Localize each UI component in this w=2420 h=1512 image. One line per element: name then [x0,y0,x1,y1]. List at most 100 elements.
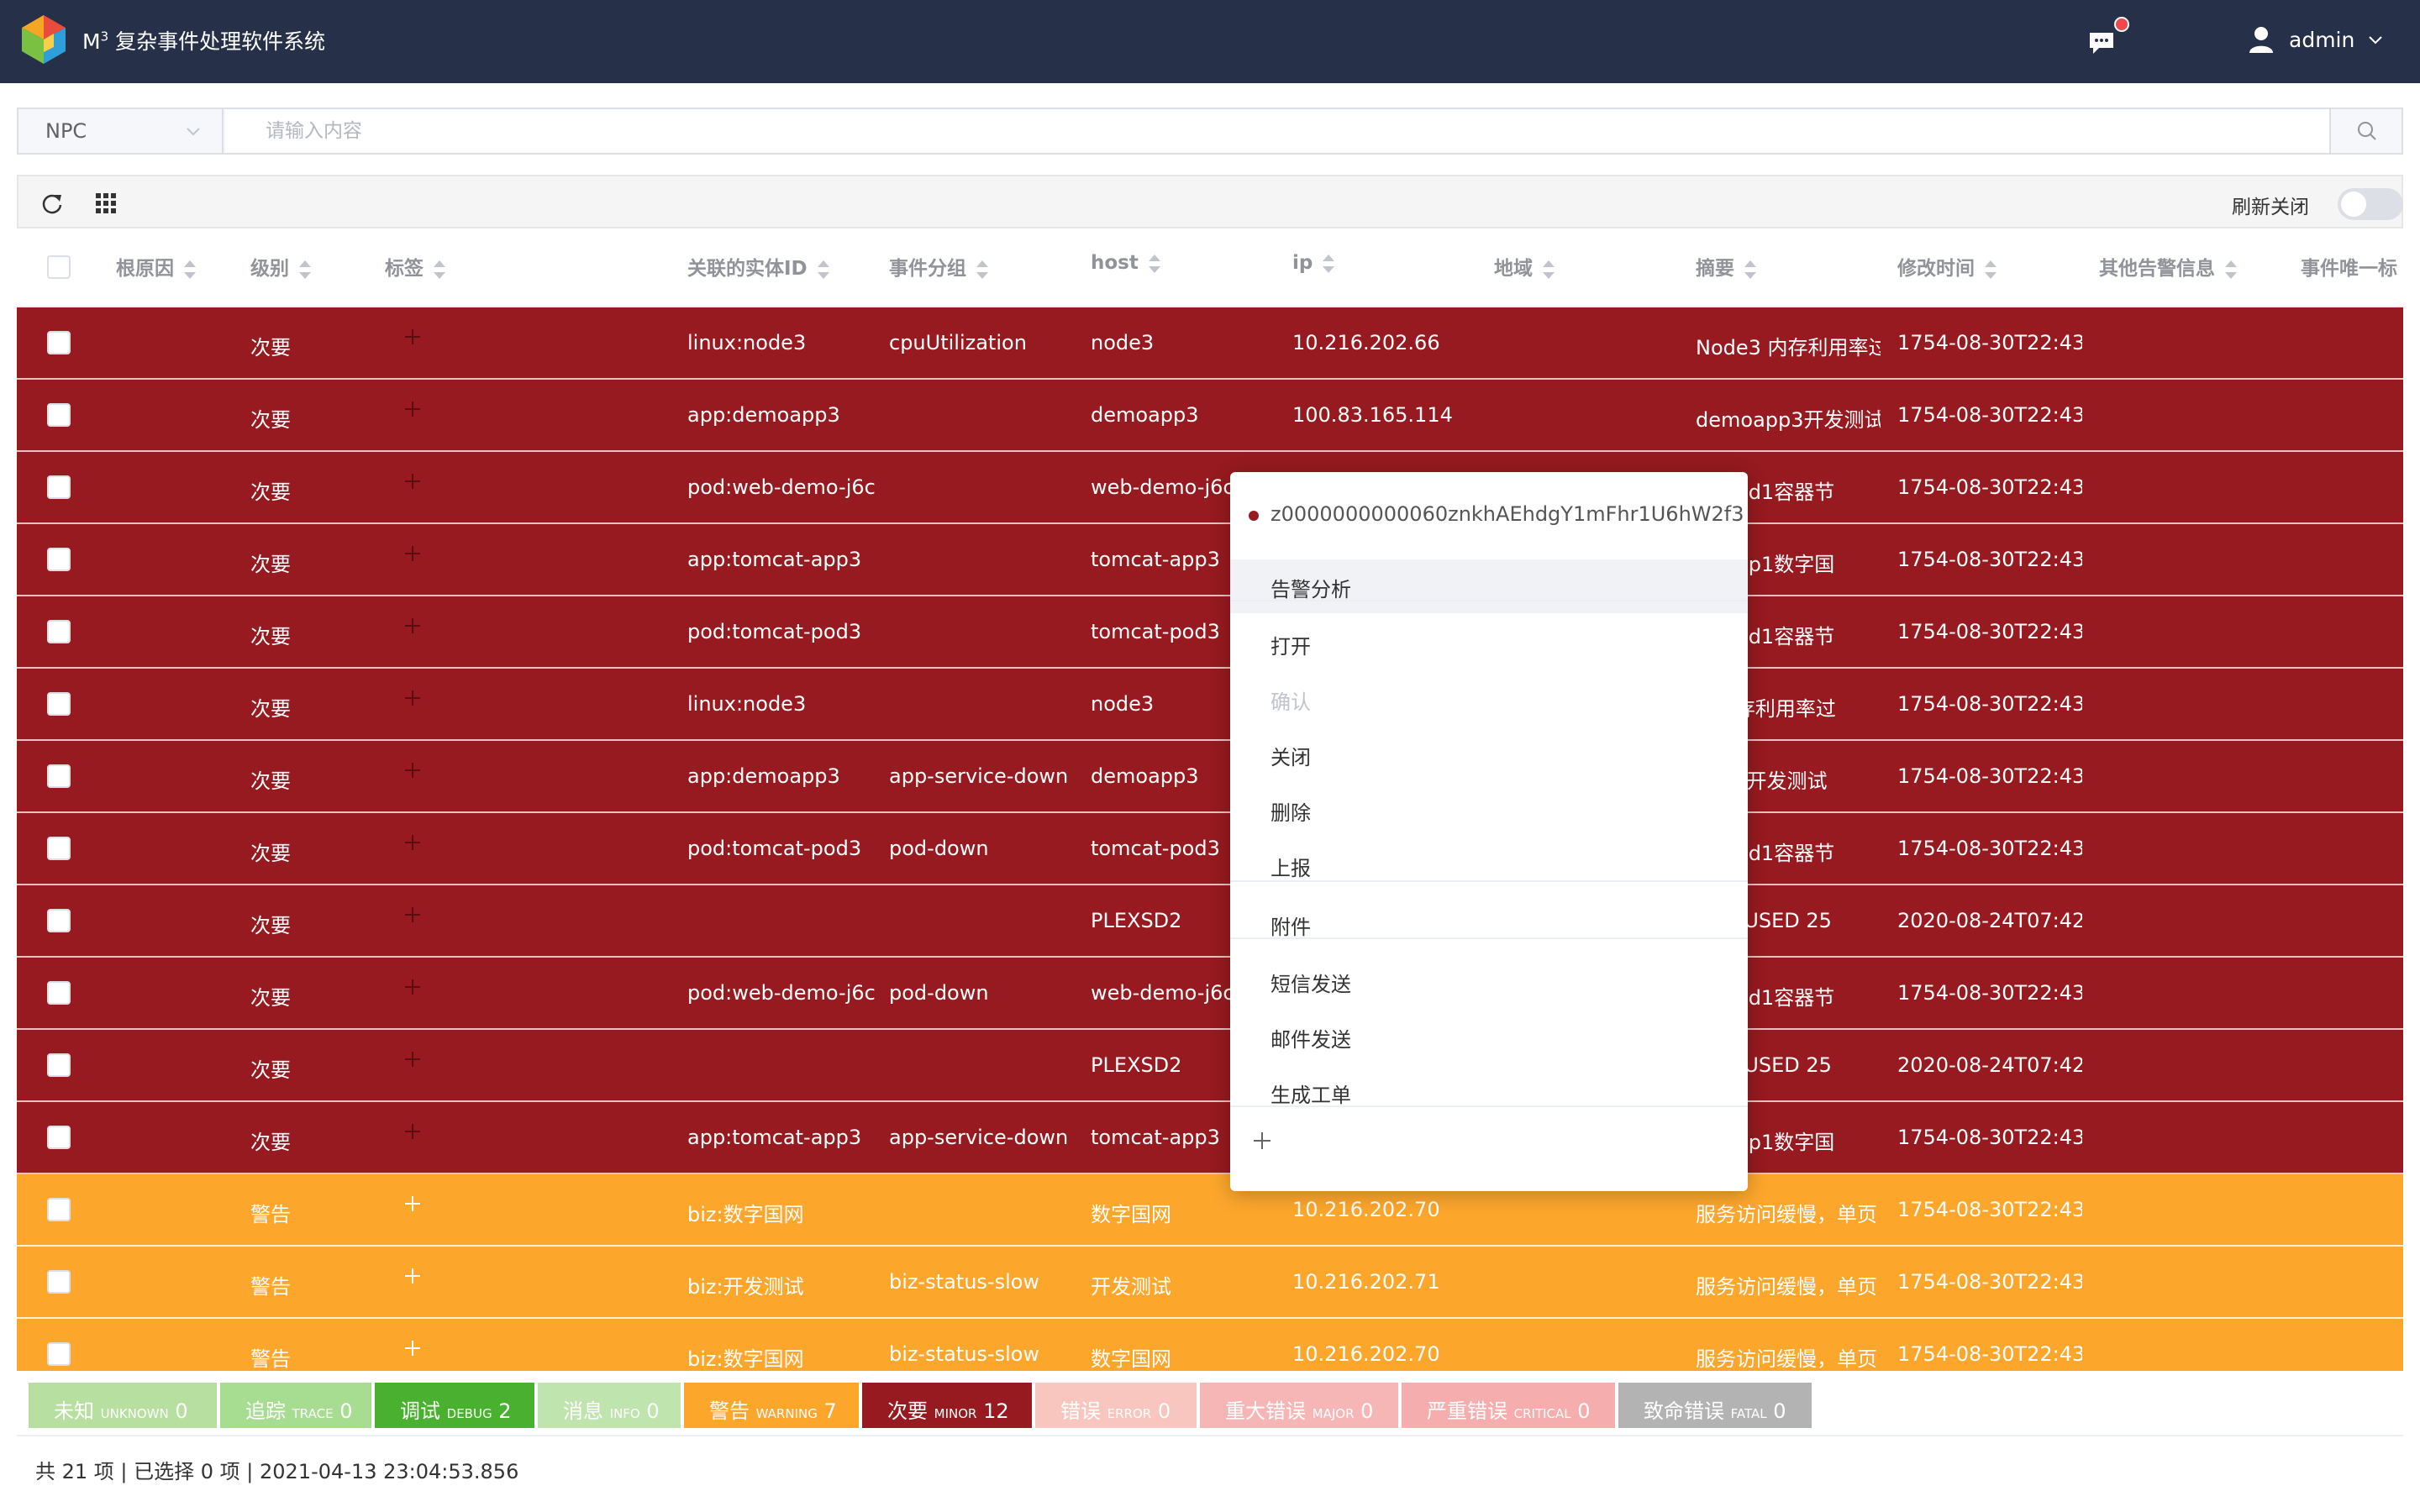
refresh-icon[interactable] [40,192,64,215]
row-checkbox[interactable] [47,475,71,499]
sort-icon[interactable] [1541,259,1556,281]
column-header-event-group[interactable]: 事件分组 [889,252,990,281]
table-row[interactable]: 次要 app:demoapp3 demoapp3 100.83.165.114 demo… [17,380,2403,452]
row-checkbox[interactable] [47,692,71,716]
table-row[interactable]: 次要 pod:web-demo-j6c web-demo-j6c at-pod1容器节… [17,452,2403,524]
refresh-toggle-switch[interactable] [2338,188,2403,220]
table-row[interactable]: 次要 app:demoapp3 app-service-down demoapp3 ap… [17,741,2403,813]
add-tag-icon[interactable] [403,1122,422,1141]
table-row[interactable]: 警告 biz:数字国网 biz-status-slow 数字国网 10.216.202.… [17,1319,2403,1371]
add-tag-icon[interactable] [403,1267,422,1285]
sort-icon[interactable] [297,259,313,281]
add-tag-icon[interactable] [403,544,422,563]
search-field-select[interactable]: NPC [18,109,224,153]
sort-icon[interactable] [1743,259,1758,281]
add-tag-icon[interactable] [403,472,422,491]
row-checkbox[interactable] [47,909,71,932]
sort-icon[interactable] [432,259,447,281]
row-checkbox[interactable] [47,620,71,643]
add-tag-icon[interactable] [403,978,422,996]
column-header-ip[interactable]: ip [1292,252,1336,275]
menu-item-email-send[interactable]: 邮件发送 [1230,1010,1748,1063]
table-row[interactable]: 次要 app:tomcat-app3 app-service-down tomcat-… [17,1102,2403,1174]
row-checkbox[interactable] [47,1270,71,1294]
user-name[interactable]: admin [2289,28,2354,52]
legend-unknown[interactable]: 未知 UNKNOWN 0 [29,1383,217,1428]
table-row[interactable]: 警告 biz:数字国网 数字国网 10.216.202.70 服务访问缓慢，单页 1754… [17,1174,2403,1247]
add-tag-icon[interactable] [403,617,422,635]
legend-major[interactable]: 重大错误 MAJOR 0 [1200,1383,1398,1428]
legend-error[interactable]: 错误 ERROR 0 [1035,1383,1197,1428]
menu-item-sms-send[interactable]: 短信发送 [1230,954,1748,1008]
sort-icon[interactable] [182,259,197,281]
add-tag-icon[interactable] [403,761,422,780]
menu-item-create-ticket[interactable]: 生成工单 [1230,1065,1748,1119]
legend-trace[interactable]: 追踪 TRACE 0 [220,1383,371,1428]
row-checkbox[interactable] [47,981,71,1005]
column-header-summary[interactable]: 摘要 [1696,252,1758,281]
add-tag-icon[interactable] [403,328,422,346]
row-checkbox[interactable] [47,1198,71,1221]
row-checkbox[interactable] [47,1342,71,1366]
legend-minor[interactable]: 次要 MINOR 12 [862,1383,1032,1428]
sort-icon[interactable] [1983,259,1998,281]
column-header-tags[interactable]: 标签 [385,252,447,281]
column-header-event-unique-id[interactable]: 事件唯一标 [2301,252,2397,281]
row-checkbox[interactable] [47,1053,71,1077]
add-tag-icon[interactable] [403,833,422,852]
table-row[interactable]: 警告 biz:开发测试 biz-status-slow 开发测试 10.216.202.… [17,1247,2403,1319]
table-row[interactable]: 次要 pod:tomcat-pod3 tomcat-pod3 at-pod1容器节 17… [17,596,2403,669]
table-row[interactable]: 次要 PLEXSD2 HAS USED 25 2020-08-24T07:42 [17,885,2403,958]
column-header-modified-time[interactable]: 修改时间 [1897,252,1998,281]
column-header-other-alert-info[interactable]: 其他告警信息 [2099,252,2238,281]
row-checkbox[interactable] [47,331,71,354]
add-tag-icon[interactable] [403,400,422,418]
legend-debug[interactable]: 调试 DEBUG 2 [375,1383,534,1428]
menu-item-close[interactable]: 关闭 [1230,727,1748,781]
row-checkbox[interactable] [47,548,71,571]
search-input[interactable] [225,109,2331,153]
column-header-region[interactable]: 地域 [1494,252,1556,281]
legend-warning[interactable]: 警告 WARNING 7 [684,1383,859,1428]
column-settings-icon[interactable] [94,192,118,215]
legend-fatal[interactable]: 致命错误 FATAL 0 [1618,1383,1812,1428]
legend-info[interactable]: 消息 INFO 0 [538,1383,681,1428]
sort-icon[interactable] [2223,259,2238,281]
sort-icon[interactable] [975,259,990,281]
table-row[interactable]: 次要 PLEXSD2 HAS USED 25 2020-08-24T07:42 [17,1030,2403,1102]
add-tag-icon[interactable] [403,1339,422,1357]
column-header-entity-id[interactable]: 关联的实体ID [687,252,831,281]
row-checkbox[interactable] [47,1126,71,1149]
user-avatar-icon[interactable] [2249,25,2274,54]
sort-icon[interactable] [1321,253,1336,275]
table-row[interactable]: 次要 pod:web-demo-j6c pod-down web-demo-j6c at… [17,958,2403,1030]
menu-item-open[interactable]: 打开 [1230,617,1748,670]
sort-icon[interactable] [816,259,831,281]
search-button[interactable] [2329,109,2402,153]
row-checkbox[interactable] [47,403,71,427]
add-tag-icon[interactable] [403,1050,422,1068]
select-all-checkbox[interactable] [47,255,71,279]
add-tag-icon[interactable] [403,689,422,707]
menu-item-attachment[interactable]: 附件 [1230,897,1748,951]
add-menu-item-icon[interactable] [1252,1131,1272,1151]
menu-item-alert-analysis[interactable]: 告警分析 [1230,559,1748,613]
column-header-level[interactable]: 级别 [250,252,313,281]
chevron-down-icon[interactable] [2366,30,2385,49]
column-header-root-cause[interactable]: 根原因 [116,252,197,281]
table-row[interactable]: 次要 app:tomcat-app3 tomcat-app3 at-app1数字国 17… [17,524,2403,596]
add-tag-icon[interactable] [403,906,422,924]
column-header-host[interactable]: host [1091,252,1162,275]
table-row[interactable]: 次要 linux:node3 node3 3 内存利用率过 1754-08-30T22:… [17,669,2403,741]
message-icon[interactable] [2087,30,2116,55]
row-checkbox[interactable] [47,837,71,860]
table-row[interactable]: 次要 linux:node3 cpuUtilization node3 10.216.2… [17,307,2403,380]
add-tag-icon[interactable] [403,1194,422,1213]
table-row[interactable]: 次要 pod:tomcat-pod3 pod-down tomcat-pod3 at-p… [17,813,2403,885]
sort-icon[interactable] [1147,253,1162,275]
menu-item-report[interactable]: 上报 [1230,838,1748,892]
row-checkbox[interactable] [47,764,71,788]
legend-cn: 未知 [54,1399,94,1423]
menu-item-delete[interactable]: 删除 [1230,783,1748,837]
legend-critical[interactable]: 严重错误 CRITICAL 0 [1402,1383,1615,1428]
